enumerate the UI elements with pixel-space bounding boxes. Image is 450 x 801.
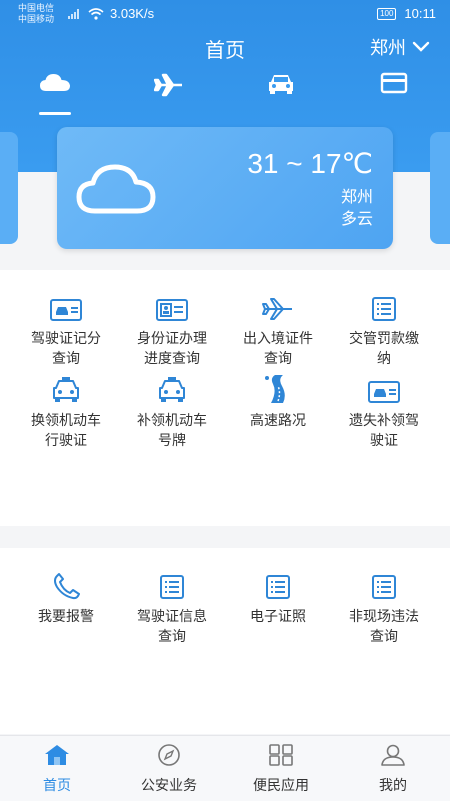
service-report-police[interactable]: 我要报警 — [16, 570, 116, 626]
wifi-icon — [88, 7, 104, 20]
service-label: 驶证 — [370, 432, 398, 448]
service-label: 查询 — [264, 350, 292, 366]
clock: 10:11 — [404, 6, 436, 21]
network-info: 3.03K/s — [68, 6, 154, 21]
service-label: 遗失补领驾 — [349, 412, 419, 428]
license-icon — [50, 299, 82, 321]
cloud-icon — [40, 74, 70, 91]
list-icon — [160, 575, 184, 599]
nav-label: 公安业务 — [141, 777, 197, 793]
service-label: 号牌 — [158, 432, 186, 448]
category-tabs — [0, 72, 450, 118]
service-license-info[interactable]: 驾驶证信息 查询 — [122, 570, 222, 646]
chevron-down-icon — [412, 41, 430, 52]
car-icon — [269, 75, 293, 94]
list-icon — [372, 575, 396, 599]
weather-card[interactable]: 31 ~ 17℃ 郑州 多云 — [57, 127, 393, 249]
weather-city: 郑州 — [340, 189, 373, 206]
service-label: 纳 — [377, 350, 391, 366]
service-label: 查询 — [52, 350, 80, 366]
services-section: 驾驶证记分 查询 身份证办理 进度查询 出入境证件 查询 交管罚款缴纳 换领机动… — [0, 270, 450, 526]
nav-label: 便民应用 — [253, 777, 309, 793]
service-label: 驾驶证信息 — [137, 608, 207, 624]
phone-icon — [54, 573, 80, 600]
tab-weather[interactable] — [25, 72, 85, 118]
home-icon — [45, 745, 69, 765]
carrier-1: 中国电信 — [18, 3, 55, 13]
cloud-icon — [76, 164, 156, 214]
service-label: 进度查询 — [144, 350, 200, 366]
carousel-next-card[interactable] — [430, 132, 450, 244]
airplane-icon — [154, 73, 182, 97]
service-label: 查询 — [370, 628, 398, 644]
bottom-nav: 首页 公安业务 便民应用 我的 — [0, 735, 450, 801]
carrier-info: 中国电信 中国移动 — [18, 3, 54, 25]
service-label: 换领机动车 — [31, 412, 101, 428]
temperature-range: 31 ~ 17℃ — [247, 148, 373, 179]
list-icon — [266, 575, 290, 599]
service-label: 非现场违法 — [349, 608, 419, 624]
tab-traffic[interactable] — [251, 72, 311, 118]
city-label: 郑州 — [370, 38, 406, 58]
service-label: 交管罚款缴 — [349, 330, 419, 346]
nav-mine[interactable]: 我的 — [338, 744, 448, 795]
nav-home[interactable]: 首页 — [2, 744, 112, 795]
network-speed: 3.03K/s — [110, 6, 155, 21]
service-label: 补领机动车 — [137, 412, 207, 428]
weather-condition: 多云 — [340, 211, 373, 228]
airplane-icon — [262, 298, 292, 320]
service-license-points[interactable]: 驾驶证记分 查询 — [16, 292, 116, 368]
status-bar: 中国电信 中国移动 3.03K/s 100 10:11 — [0, 0, 450, 30]
list-icon — [372, 297, 396, 321]
police-services-section: 我要报警 驾驶证信息查询 电子证照 非现场违法查询 — [0, 548, 450, 734]
carousel-prev-card[interactable] — [0, 132, 18, 244]
id-card-icon — [156, 299, 188, 321]
car-icon — [159, 377, 185, 402]
status-right: 100 10:11 — [377, 6, 436, 21]
service-id-card-progress[interactable]: 身份证办理 进度查询 — [122, 292, 222, 368]
tab-card[interactable] — [364, 72, 424, 118]
service-label: 身份证办理 — [137, 330, 207, 346]
battery-icon: 100 — [377, 7, 397, 20]
service-reissue-driver-license[interactable]: 遗失补领驾 驶证 — [334, 374, 434, 450]
user-icon — [381, 744, 405, 766]
service-label: 电子证照 — [250, 608, 306, 624]
nav-police-business[interactable]: 公安业务 — [114, 744, 224, 795]
highway-icon — [265, 375, 285, 403]
card-icon — [380, 72, 408, 94]
service-label: 出入境证件 — [243, 330, 313, 346]
nav-label: 我的 — [379, 777, 407, 793]
nav-convenience-apps[interactable]: 便民应用 — [226, 744, 336, 795]
service-e-certificate[interactable]: 电子证照 — [228, 570, 328, 626]
service-replace-plate[interactable]: 补领机动车 号牌 — [122, 374, 222, 450]
service-label: 行驶证 — [45, 432, 87, 448]
nav-label: 首页 — [43, 777, 71, 793]
service-label: 高速路况 — [250, 412, 306, 428]
service-label: 驾驶证记分 — [31, 330, 101, 346]
service-renew-vehicle-license[interactable]: 换领机动车 行驶证 — [16, 374, 116, 450]
service-label: 我要报警 — [38, 608, 94, 624]
city-selector[interactable]: 郑州 — [370, 34, 430, 60]
car-icon — [53, 377, 79, 402]
service-traffic-fine[interactable]: 交管罚款缴纳 — [334, 292, 434, 368]
tab-underline — [39, 112, 71, 115]
apps-grid-icon — [269, 744, 293, 766]
license-icon — [368, 381, 400, 403]
compass-icon — [158, 744, 180, 766]
carrier-2: 中国移动 — [18, 14, 55, 24]
service-label: 查询 — [158, 628, 186, 644]
service-exit-entry[interactable]: 出入境证件 查询 — [228, 292, 328, 368]
signal-icon — [68, 8, 79, 19]
service-highway-conditions[interactable]: 高速路况 — [228, 374, 328, 430]
tab-flights[interactable] — [139, 72, 199, 118]
service-offsite-violation[interactable]: 非现场违法 查询 — [334, 570, 434, 646]
